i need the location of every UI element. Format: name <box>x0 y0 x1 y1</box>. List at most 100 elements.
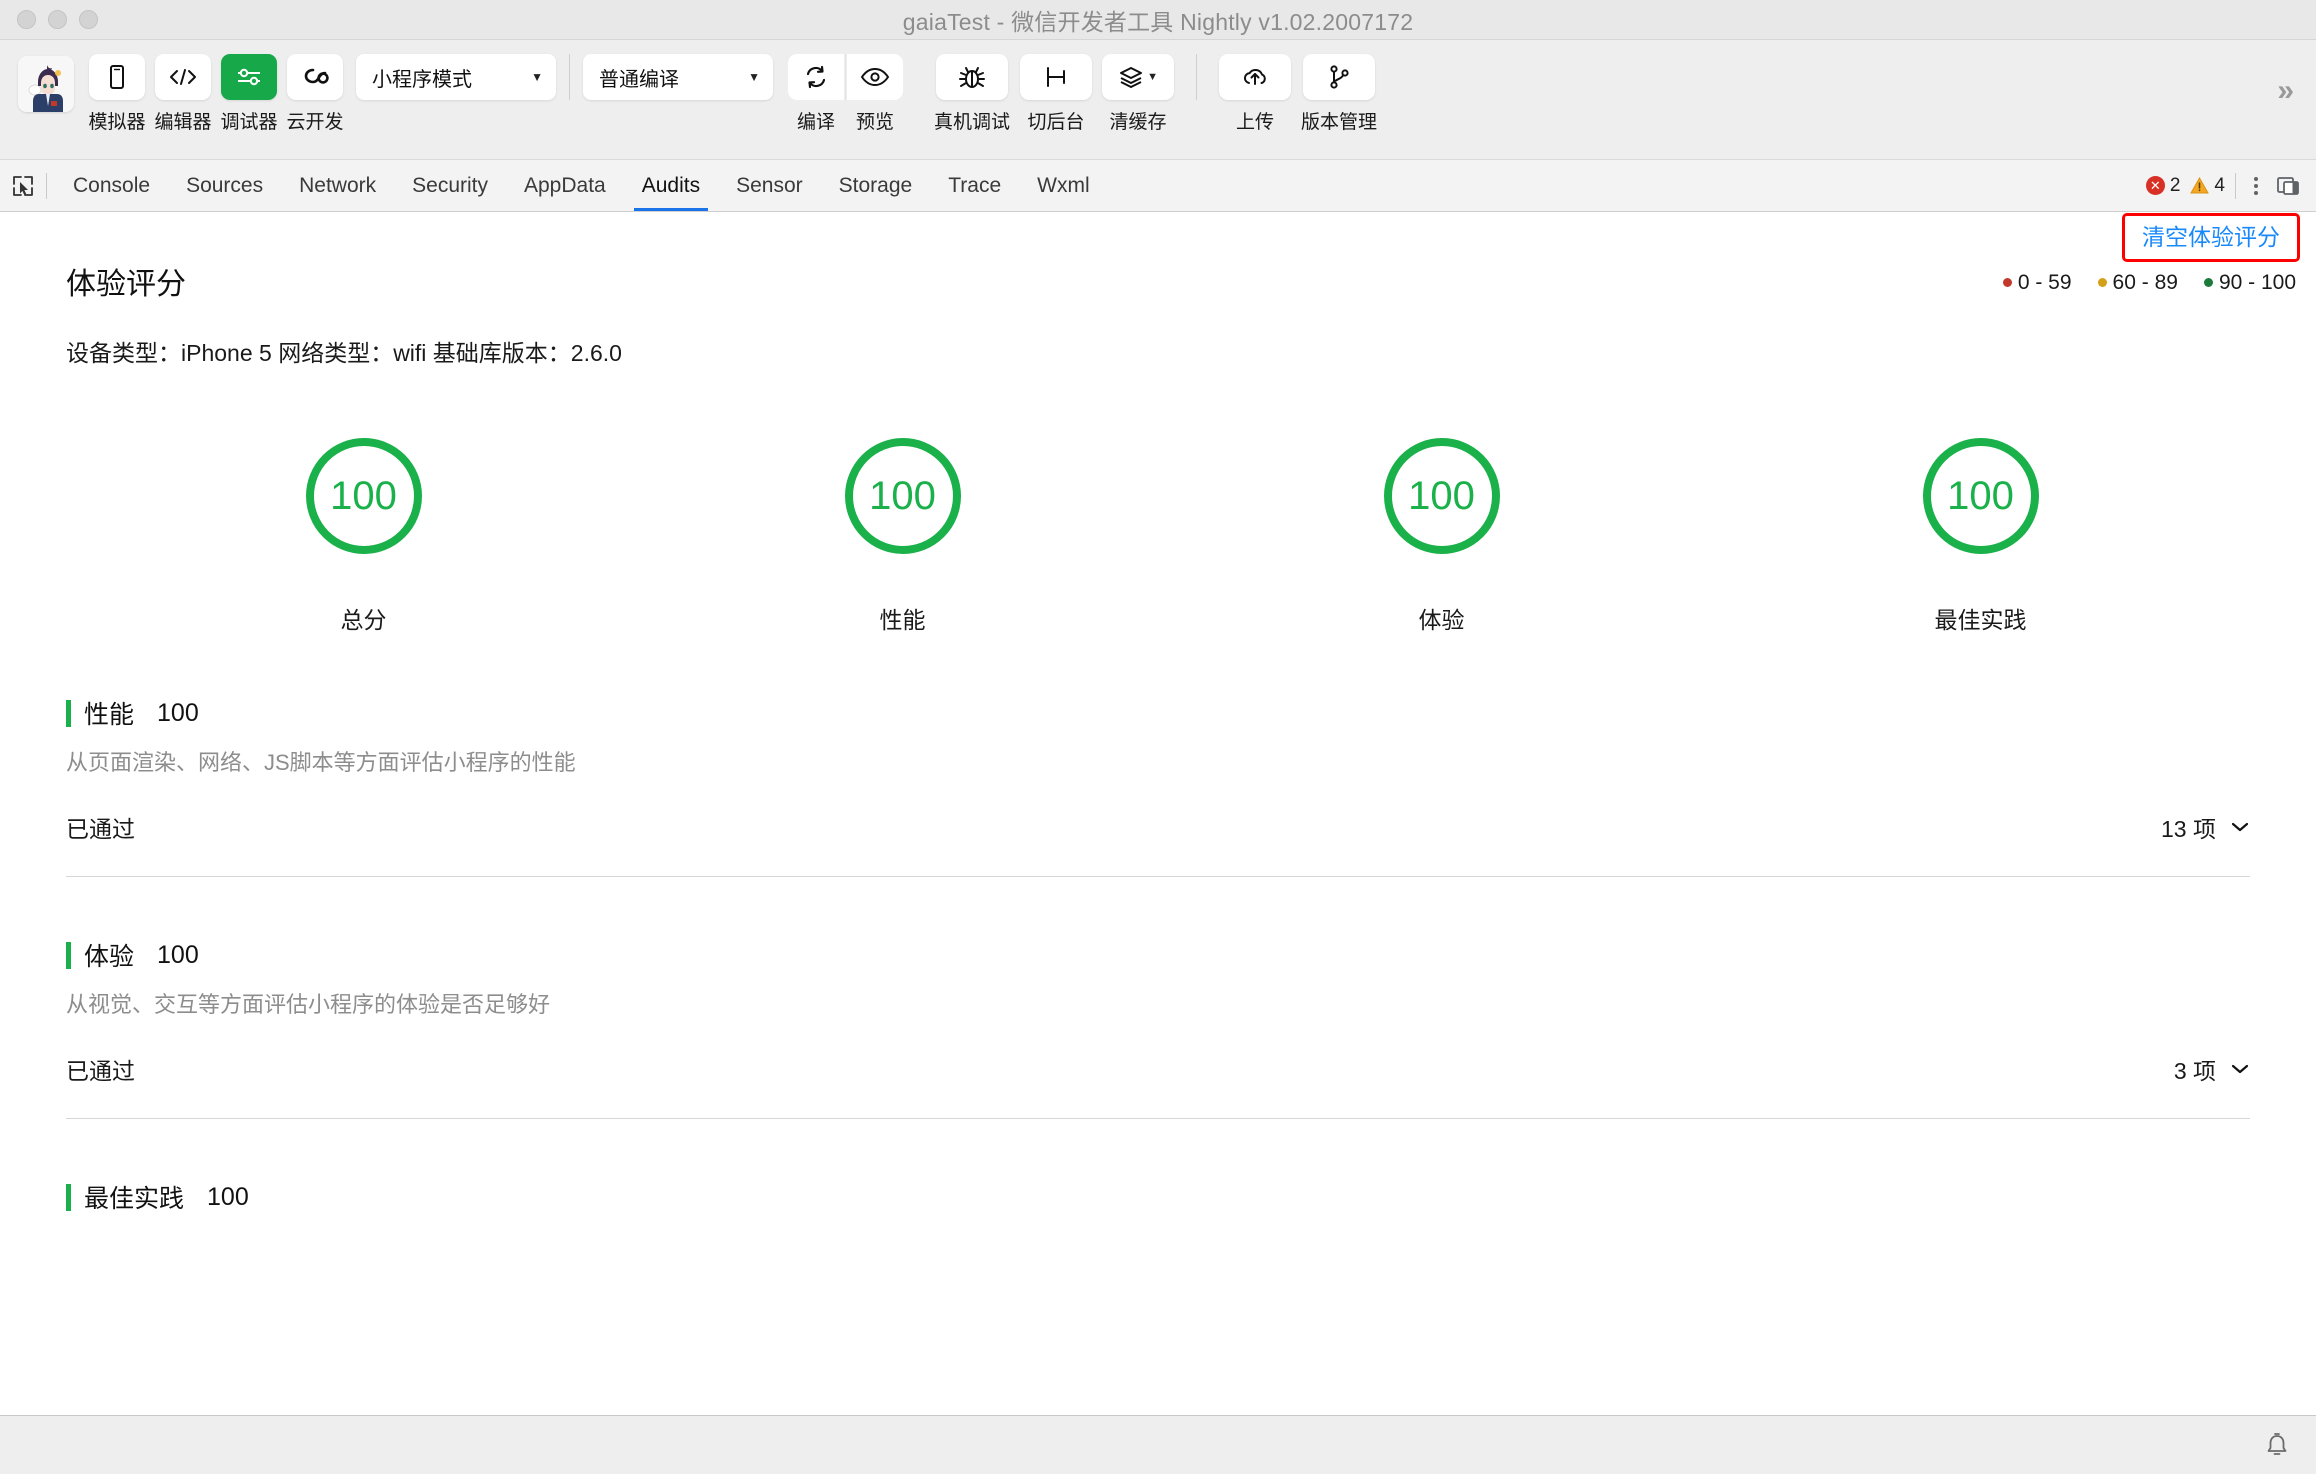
tab-console[interactable]: Console <box>55 160 168 211</box>
user-avatar[interactable] <box>18 56 74 112</box>
tool-editor[interactable]: 编辑器 <box>154 54 212 134</box>
real-device-debug-button[interactable] <box>936 54 1008 100</box>
devtools-right-controls: ✕ 2 4 <box>2146 160 2316 211</box>
section-title: 性能 <box>84 695 134 731</box>
close-button[interactable] <box>17 10 36 29</box>
tool-label: 真机调试 <box>934 107 1010 134</box>
dock-panel-icon[interactable] <box>2276 175 2300 197</box>
chevron-down-icon: ▼ <box>748 70 760 84</box>
upload-cloud-icon <box>1241 65 1269 89</box>
tool-compile[interactable]: 编译 <box>787 54 845 134</box>
section-count: 13 项 <box>2161 810 2216 844</box>
tool-debugger[interactable]: 调试器 <box>220 54 278 134</box>
clear-cache-button[interactable]: ▼ <box>1102 54 1174 100</box>
bug-icon <box>958 63 986 91</box>
warning-badge[interactable]: 4 <box>2190 175 2225 197</box>
tab-storage[interactable]: Storage <box>821 160 931 211</box>
editor-button[interactable] <box>155 54 211 100</box>
tab-appdata[interactable]: AppData <box>506 160 624 211</box>
inspect-element-button[interactable] <box>0 160 46 211</box>
bell-icon[interactable] <box>2264 1431 2290 1459</box>
version-control-button[interactable] <box>1303 54 1375 100</box>
cloud-dev-button[interactable] <box>287 54 343 100</box>
legend-dot-green <box>2204 278 2213 287</box>
section-best-practice: 最佳实践 100 <box>66 1179 2250 1215</box>
gauge-total: 100 总分 <box>94 438 633 635</box>
legend-item-mid: 60 - 89 <box>2098 271 2178 295</box>
warning-count: 4 <box>2214 175 2225 197</box>
score-ring: 100 <box>1923 438 2039 554</box>
tool-upload[interactable]: 上传 <box>1219 54 1291 134</box>
section-description: 从页面渲染、网络、JS脚本等方面评估小程序的性能 <box>66 745 2250 777</box>
upload-button[interactable] <box>1219 54 1291 100</box>
section-summary-row[interactable]: 已通过 13 项 <box>66 810 2250 844</box>
tab-wxml[interactable]: Wxml <box>1019 160 1107 211</box>
window-controls <box>0 10 98 29</box>
compile-preview-group: 编译 预览 <box>787 54 904 134</box>
mode-select[interactable]: 小程序模式 ▼ <box>356 54 556 100</box>
tool-label: 编译 <box>797 107 835 134</box>
background-button[interactable] <box>1020 54 1092 100</box>
toolbar-divider-1 <box>569 54 570 100</box>
tool-cloud-dev[interactable]: 云开发 <box>286 54 344 134</box>
gauge-label: 性能 <box>880 601 926 635</box>
tab-sensor[interactable]: Sensor <box>718 160 821 211</box>
gauge-label: 体验 <box>1419 601 1465 635</box>
compile-select[interactable]: 普通编译 ▼ <box>583 54 773 100</box>
tool-label: 版本管理 <box>1301 107 1377 134</box>
tool-real-device-debug[interactable]: 真机调试 <box>934 54 1010 134</box>
tool-background[interactable]: 切后台 <box>1020 54 1092 134</box>
chevron-double-right-icon[interactable]: » <box>2277 74 2294 108</box>
gauge-best-practice: 100 最佳实践 <box>1711 438 2250 635</box>
toolbar-divider-2 <box>1196 54 1197 100</box>
tab-security[interactable]: Security <box>394 160 506 211</box>
tool-label: 调试器 <box>220 107 277 134</box>
kebab-menu-icon[interactable] <box>2246 177 2266 195</box>
tool-label: 预览 <box>856 107 894 134</box>
section-summary-row[interactable]: 已通过 3 项 <box>66 1052 2250 1086</box>
simulator-button[interactable] <box>89 54 145 100</box>
section-accent-bar <box>66 1184 71 1211</box>
chevron-down-icon: ▼ <box>531 70 543 84</box>
tab-network[interactable]: Network <box>281 160 394 211</box>
section-status: 已通过 <box>66 1052 135 1086</box>
tab-audits[interactable]: Audits <box>624 160 718 211</box>
section-count-toggle[interactable]: 3 项 <box>2174 1052 2250 1086</box>
cloud-dev-icon <box>300 65 330 89</box>
window-title: gaiaTest - 微信开发者工具 Nightly v1.02.2007172 <box>0 3 2316 37</box>
legend-dot-amber <box>2098 278 2107 287</box>
section-experience: 体验 100 从视觉、交互等方面评估小程序的体验是否足够好 已通过 3 项 <box>66 937 2250 1119</box>
tool-preview[interactable]: 预览 <box>846 54 904 134</box>
tool-clear-cache[interactable]: ▼ 清缓存 <box>1102 54 1174 134</box>
error-badge[interactable]: ✕ 2 <box>2146 175 2181 197</box>
section-description: 从视觉、交互等方面评估小程序的体验是否足够好 <box>66 987 2250 1019</box>
legend-label: 0 - 59 <box>2018 271 2072 295</box>
clear-score-button[interactable]: 清空体验评分 <box>2122 213 2300 262</box>
debugger-button[interactable] <box>221 54 277 100</box>
refresh-icon <box>803 64 829 90</box>
tool-simulator[interactable]: 模拟器 <box>88 54 146 134</box>
section-title: 体验 <box>84 937 134 973</box>
legend-label: 60 - 89 <box>2113 271 2178 295</box>
error-icon: ✕ <box>2146 176 2165 195</box>
legend-label: 90 - 100 <box>2219 271 2296 295</box>
zoom-button[interactable] <box>79 10 98 29</box>
tool-version-control[interactable]: 版本管理 <box>1301 54 1377 134</box>
compile-button[interactable] <box>788 54 844 100</box>
code-icon <box>168 67 198 87</box>
section-accent-bar <box>66 942 71 969</box>
tab-trace[interactable]: Trace <box>930 160 1019 211</box>
tab-sources[interactable]: Sources <box>168 160 281 211</box>
section-score: 100 <box>157 941 199 970</box>
minimize-button[interactable] <box>48 10 67 29</box>
preview-button[interactable] <box>847 54 903 100</box>
score-ring: 100 <box>306 438 422 554</box>
section-title: 最佳实践 <box>84 1179 184 1215</box>
score-gauges: 100 总分 100 性能 100 体验 100 最佳实践 <box>66 438 2250 635</box>
chevron-down-icon[interactable]: ▼ <box>1147 71 1158 83</box>
chevron-down-icon <box>2230 821 2250 833</box>
status-bar <box>0 1415 2316 1474</box>
devtools-tabs: Console Sources Network Security AppData… <box>55 160 1108 211</box>
legend-dot-red <box>2003 278 2012 287</box>
section-count-toggle[interactable]: 13 项 <box>2161 810 2250 844</box>
